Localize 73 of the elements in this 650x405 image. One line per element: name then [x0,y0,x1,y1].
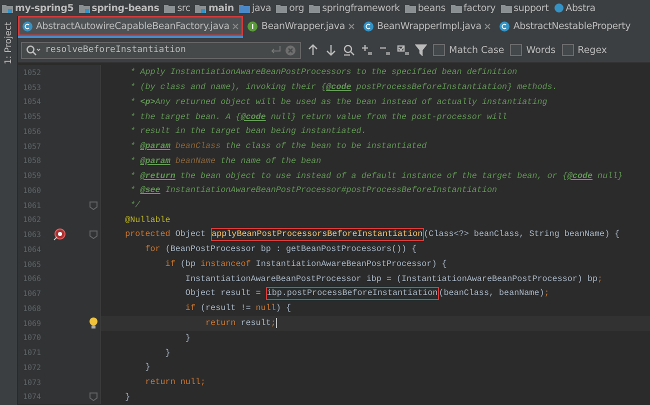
code-line: if (result != null) { [184,303,291,314]
folder-icon [276,4,288,12]
search-option-checkbox[interactable]: Words [510,44,556,56]
breadcrumb-item[interactable]: my-spring5 [2,2,74,14]
module-folder-icon [2,4,13,12]
code-line: * @param beanName the name of the bean [129,156,322,166]
code-line: Object result = ibp.postProcessBeforeInstantiation(beanClass, beanName); [184,287,550,300]
breadcrumb-item[interactable]: factory [450,2,496,14]
class-icon [499,20,510,32]
breadcrumb-item[interactable]: java [239,2,272,14]
folder-icon [164,4,176,12]
code-line: } [184,332,190,343]
breadcrumb-item[interactable]: Abstra [554,2,596,14]
code-line: } [144,362,150,372]
code-line: */ [129,200,140,210]
module-folder-icon [195,4,206,12]
class-icon [22,20,33,32]
breadcrumb-item[interactable]: org [276,2,304,14]
editor-tab[interactable]: BeanWrapper.java [243,16,359,38]
breadcrumb-item[interactable]: spring-beans [78,2,160,14]
folder-icon [500,4,512,12]
class-icon [554,3,564,13]
code-line: * <p>Any returned object will be used as the bean instead of actually instantiating [129,96,548,107]
editor-tab[interactable]: AbstractAutowireCapableBeanFactory.java [18,16,244,38]
code-line: * @see InstantiationAwareBeanPostProcessor#postProcessBeforeInstantiation [129,185,498,196]
code-line: * @param beanClass the class of the bean to be instantiated [129,141,427,152]
breadcrumb-item[interactable]: main [195,2,234,14]
search-input[interactable]: resolveBeforeInstantiation [45,45,266,55]
interface-icon [247,20,258,32]
code-line: * (by class and name), invoking their {@code postProcessBeforeInstantiation} methods. [129,82,558,92]
editor-tab[interactable]: AbstractNestableProperty [495,16,635,38]
fold-marker-icon[interactable] [89,200,98,210]
breadcrumb-item[interactable]: src [164,2,190,14]
breadcrumb-item[interactable]: support [500,2,549,14]
close-icon[interactable] [348,22,355,30]
code-line: } [124,392,130,402]
close-icon[interactable] [484,22,492,30]
search-option-checkbox[interactable]: Match Case [433,44,504,56]
folder-icon [309,4,320,12]
code-line: return result; [204,318,277,328]
add-occurrence-icon[interactable] [361,44,373,56]
search-option-checkbox[interactable]: Regex [562,44,607,56]
search-icon[interactable] [26,44,41,56]
code-line: * @return the bean object to use instead of a default instance of the target bean, or {@code null} [129,170,623,181]
breadcrumb-item[interactable]: beans [404,2,446,14]
fold-marker-icon[interactable] [89,392,98,402]
lightbulb-icon[interactable] [89,317,98,330]
filter-icon[interactable] [415,44,427,56]
code-line: for (BeanPostProcessor bp : getBeanPostProcessors()) { [144,244,417,254]
code-line: return null; [144,377,206,388]
breadcrumb-item[interactable]: springframework [309,2,400,14]
fold-marker-icon[interactable] [89,230,98,240]
folder-icon [239,4,250,12]
code-line: * result in the target bean being instantiated. [129,126,366,136]
folder-icon [450,4,462,12]
find-in-icon[interactable] [343,44,355,56]
code-line: protected Object applyBeanPostProcessorsBeforeInstantiation(Class<?> beanClass, String beanName) { [124,228,620,242]
select-all-occurrences-icon[interactable] [397,44,409,56]
search-field[interactable]: resolveBeforeInstantiation [21,42,301,58]
folder-icon [404,4,416,12]
arrow-up-icon[interactable] [307,44,319,56]
module-folder-icon [78,4,90,12]
editor-tab[interactable]: BeanWrapperImpl.java [358,16,496,38]
override-marker-icon[interactable] [52,228,66,242]
code-line: InstantiationAwareBeanPostProcessor ibp = (InstantiationAwareBeanPostProcessor) bp; [184,274,603,284]
class-icon [362,20,374,32]
code-line: * Apply InstantiationAwareBeanPostProcessors to the specified bean definition [129,67,518,78]
project-side-tab[interactable]: 1: Project [4,22,14,64]
code-line: } [164,348,170,358]
code-line: if (bp instanceof InstantiationAwareBeanPostProcessor) { [164,259,447,270]
code-line: * the target bean. A {@code null} return value from the post-processor will [129,112,508,122]
code-line: @Nullable [124,214,170,225]
arrow-down-icon[interactable] [325,44,337,56]
